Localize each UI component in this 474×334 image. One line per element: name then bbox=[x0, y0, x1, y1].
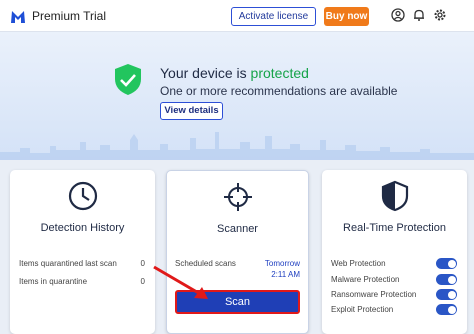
ransomware-protection-toggle[interactable] bbox=[436, 289, 457, 300]
items-in-quarantine-value: 0 bbox=[140, 277, 145, 286]
real-time-protection-title: Real-Time Protection bbox=[343, 222, 446, 234]
items-in-quarantine-label: Items in quarantine bbox=[19, 277, 88, 286]
real-time-protection-card[interactable]: Real-Time Protection Web Protection Malw… bbox=[322, 170, 467, 334]
view-details-button[interactable]: View details bbox=[160, 102, 223, 120]
buy-now-button[interactable]: Buy now bbox=[324, 7, 369, 26]
status-banner: Your device is protected One or more rec… bbox=[0, 32, 474, 160]
scheduled-time: 2:11 AM bbox=[271, 270, 300, 279]
account-icon[interactable] bbox=[391, 8, 405, 22]
exploit-protection-toggle[interactable] bbox=[436, 304, 457, 315]
exploit-protection-label: Exploit Protection bbox=[331, 305, 394, 314]
bell-icon[interactable] bbox=[412, 8, 426, 22]
activate-license-button[interactable]: Activate license bbox=[231, 7, 316, 26]
malware-protection-toggle[interactable] bbox=[436, 274, 457, 285]
quarantined-last-scan-value: 0 bbox=[140, 259, 145, 268]
shield-check-icon bbox=[115, 64, 141, 95]
detection-history-title: Detection History bbox=[40, 222, 125, 234]
web-protection-label: Web Protection bbox=[331, 259, 386, 268]
detection-history-card[interactable]: Detection History Items quarantined last… bbox=[10, 170, 155, 334]
status-value: protected bbox=[250, 65, 309, 81]
shield-outline-icon bbox=[381, 180, 409, 212]
malwarebytes-logo-icon bbox=[11, 11, 25, 23]
recommendations-text: One or more recommendations are availabl… bbox=[160, 84, 398, 98]
clock-icon bbox=[68, 181, 98, 211]
top-bar: Premium Trial Activate license Buy now bbox=[0, 0, 474, 32]
protection-status: Your device is protected bbox=[160, 65, 309, 81]
app-title: Premium Trial bbox=[32, 9, 107, 23]
city-skyline-illustration bbox=[0, 132, 474, 160]
scanner-title: Scanner bbox=[217, 223, 258, 235]
red-arrow-annotation bbox=[153, 265, 208, 299]
ransomware-protection-label: Ransomware Protection bbox=[331, 290, 417, 299]
scheduled-day: Tomorrow bbox=[264, 259, 300, 268]
status-prefix: Your device is bbox=[160, 65, 251, 81]
quarantined-last-scan-label: Items quarantined last scan bbox=[19, 259, 117, 268]
malware-protection-label: Malware Protection bbox=[331, 275, 400, 284]
gear-icon[interactable] bbox=[433, 8, 447, 22]
web-protection-toggle[interactable] bbox=[436, 258, 457, 269]
crosshair-icon bbox=[224, 183, 252, 211]
